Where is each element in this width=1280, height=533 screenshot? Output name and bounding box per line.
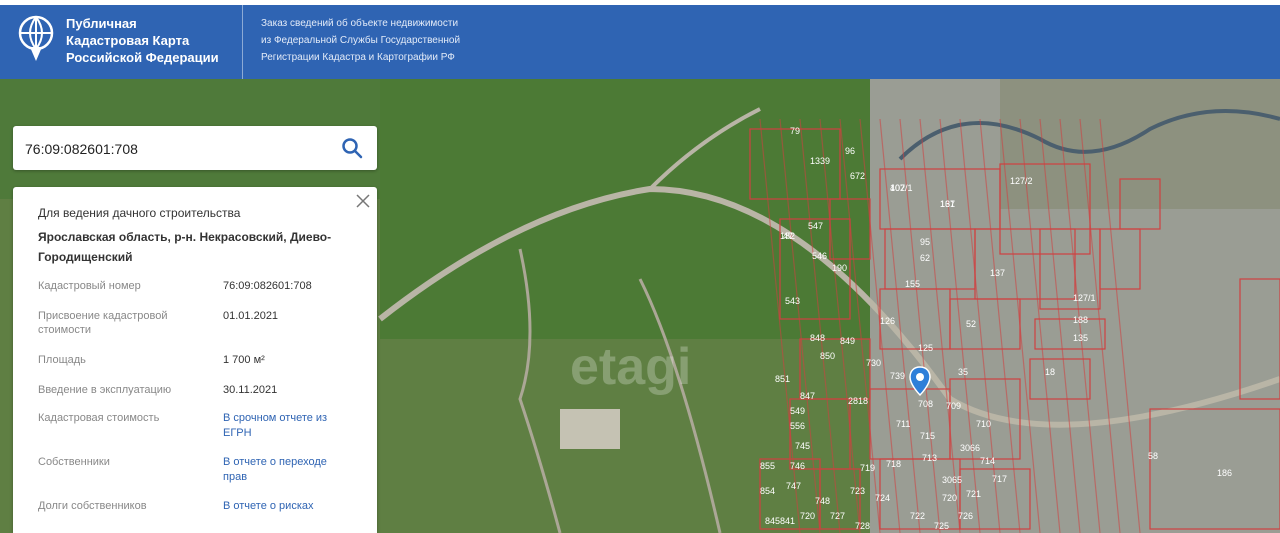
parcel-number[interactable]: 137 xyxy=(990,268,1005,278)
parcel-number[interactable]: 546 xyxy=(812,251,827,261)
land-purpose: Для ведения дачного строительства xyxy=(38,206,241,220)
map-watermark: etagi xyxy=(570,338,691,396)
parcel-number[interactable]: 190 xyxy=(832,263,847,273)
parcel-number[interactable]: 720 xyxy=(942,493,957,503)
parcel-number[interactable]: 739 xyxy=(890,371,905,381)
info-value: 1 700 м² xyxy=(223,354,265,366)
parcel-number[interactable]: 721 xyxy=(966,489,981,499)
parcel-number[interactable]: 96 xyxy=(845,146,855,156)
parcel-number[interactable]: 728 xyxy=(855,521,870,531)
parcel-number[interactable]: 2818 xyxy=(848,396,868,406)
parcel-number[interactable]: 724 xyxy=(875,493,890,503)
parcel-number[interactable]: 126 xyxy=(880,316,895,326)
parcel-number[interactable]: 847 xyxy=(800,391,815,401)
info-value: 30.11.2021 xyxy=(223,384,278,396)
search-box xyxy=(13,126,377,170)
parcel-number[interactable]: 547 xyxy=(808,221,823,231)
info-label: Присвоение кадастровой стоимости xyxy=(38,310,168,336)
parcel-number[interactable]: 726 xyxy=(958,511,973,521)
parcel-number[interactable]: 854 xyxy=(760,486,775,496)
parcel-number[interactable]: 127/1 xyxy=(1073,293,1096,303)
parcel-number[interactable]: 18 xyxy=(1045,367,1055,377)
owners-link[interactable]: В отчете о переходе прав xyxy=(223,455,353,485)
parcel-number[interactable]: 855 xyxy=(760,461,775,471)
parcel-number[interactable]: 709 xyxy=(946,401,961,411)
parcel-number[interactable]: 135 xyxy=(1073,333,1088,343)
parcel-number[interactable]: 62 xyxy=(920,253,930,263)
parcel-number[interactable]: 715 xyxy=(920,431,935,441)
subtitle-line: из Федеральной Службы Государственной xyxy=(261,35,461,46)
header-subtitle: Заказ сведений об объекте недвижимости и… xyxy=(261,15,460,66)
info-label: Площадь xyxy=(38,354,86,366)
subtitle-line: Регистрации Кадастра и Картографии РФ xyxy=(261,52,455,63)
parcel-number[interactable]: 851 xyxy=(775,374,790,384)
parcel-number[interactable]: 730 xyxy=(866,358,881,368)
parcel-number[interactable]: 3066 xyxy=(960,443,980,453)
info-label: Кадастровый номер xyxy=(38,280,141,292)
parcel-number[interactable]: 137 xyxy=(940,199,955,209)
parcel-number[interactable]: 155 xyxy=(905,279,920,289)
parcel-number[interactable]: 188 xyxy=(1073,315,1088,325)
parcel-address: Ярославская область, р-н. Некрасовский, … xyxy=(38,230,332,264)
parcel-number[interactable]: 543 xyxy=(785,296,800,306)
parcel-number[interactable]: 47 xyxy=(783,231,793,241)
parcel-number[interactable]: 747 xyxy=(786,481,801,491)
parcel-number[interactable]: 711 xyxy=(896,419,910,429)
parcel-number[interactable]: 708 xyxy=(918,399,933,409)
debts-link[interactable]: В отчете о рисках xyxy=(223,499,353,514)
parcel-number[interactable]: 714 xyxy=(980,456,995,466)
close-icon[interactable] xyxy=(355,193,371,209)
parcel-number[interactable]: 713 xyxy=(922,453,937,463)
parcel-number[interactable]: 556 xyxy=(790,421,805,431)
parcel-number[interactable]: 727 xyxy=(830,511,845,521)
brand-line: Российской Федерации xyxy=(66,50,219,65)
parcel-number[interactable]: 841 xyxy=(780,516,795,526)
parcel-number[interactable]: 549 xyxy=(790,406,805,416)
parcel-number[interactable]: 58 xyxy=(1148,451,1158,461)
parcel-number[interactable]: 845 xyxy=(765,516,780,526)
info-label: Долги собственников xyxy=(38,500,147,512)
parcel-number[interactable]: 848 xyxy=(810,333,825,343)
parcel-number[interactable]: 95 xyxy=(920,237,930,247)
parcel-number[interactable]: 717 xyxy=(992,474,1007,484)
parcel-info-card: Для ведения дачного строительства Яросла… xyxy=(13,187,377,533)
parcel-number[interactable]: 3065 xyxy=(942,475,962,485)
search-input[interactable] xyxy=(23,136,327,162)
info-label: Собственники xyxy=(38,456,110,468)
info-label: Введение в эксплуатацию xyxy=(38,384,172,396)
parcel-number[interactable]: 748 xyxy=(815,496,830,506)
parcel-number[interactable]: 1339 xyxy=(810,156,830,166)
parcel-number[interactable]: 79 xyxy=(790,126,800,136)
parcel-number[interactable]: 745 xyxy=(795,441,810,451)
parcel-number[interactable]: 672 xyxy=(850,171,865,181)
parcel-number[interactable]: 186 xyxy=(1217,468,1232,478)
parcel-number[interactable]: 710 xyxy=(976,419,991,429)
cadastral-value-link[interactable]: В срочном отчете из ЕГРН xyxy=(223,411,353,441)
brand-line: Кадастровая Карта xyxy=(66,33,190,48)
brand-line: Публичная xyxy=(66,16,137,31)
parcel-number[interactable]: 718 xyxy=(886,459,901,469)
parcel-number[interactable]: 720 xyxy=(800,511,815,521)
search-icon[interactable] xyxy=(341,137,363,159)
info-value: 76:09:082601:708 xyxy=(223,280,312,292)
parcel-number[interactable]: 107 xyxy=(890,183,905,193)
parcel-number[interactable]: 723 xyxy=(850,486,865,496)
parcel-number[interactable]: 125 xyxy=(918,343,933,353)
subtitle-line: Заказ сведений об объекте недвижимости xyxy=(261,18,459,29)
parcel-number[interactable]: 719 xyxy=(860,463,875,473)
info-value: 01.01.2021 xyxy=(223,310,279,322)
globe-icon[interactable] xyxy=(16,13,56,65)
parcel-number[interactable]: 746 xyxy=(790,461,805,471)
parcel-number[interactable]: 35 xyxy=(958,367,968,377)
parcel-number[interactable]: 849 xyxy=(840,336,855,346)
parcel-number[interactable]: 722 xyxy=(910,511,925,521)
parcel-number[interactable]: 52 xyxy=(966,319,976,329)
info-label: Кадастровая стоимость xyxy=(38,412,160,424)
parcel-number[interactable]: 725 xyxy=(934,521,949,531)
brand-title[interactable]: Публичная Кадастровая Карта Российской Ф… xyxy=(66,15,219,66)
parcel-number[interactable]: 850 xyxy=(820,351,835,361)
parcel-number[interactable]: 127/2 xyxy=(1010,176,1033,186)
site-header: Публичная Кадастровая Карта Российской Ф… xyxy=(0,5,1280,79)
header-divider xyxy=(242,5,243,79)
